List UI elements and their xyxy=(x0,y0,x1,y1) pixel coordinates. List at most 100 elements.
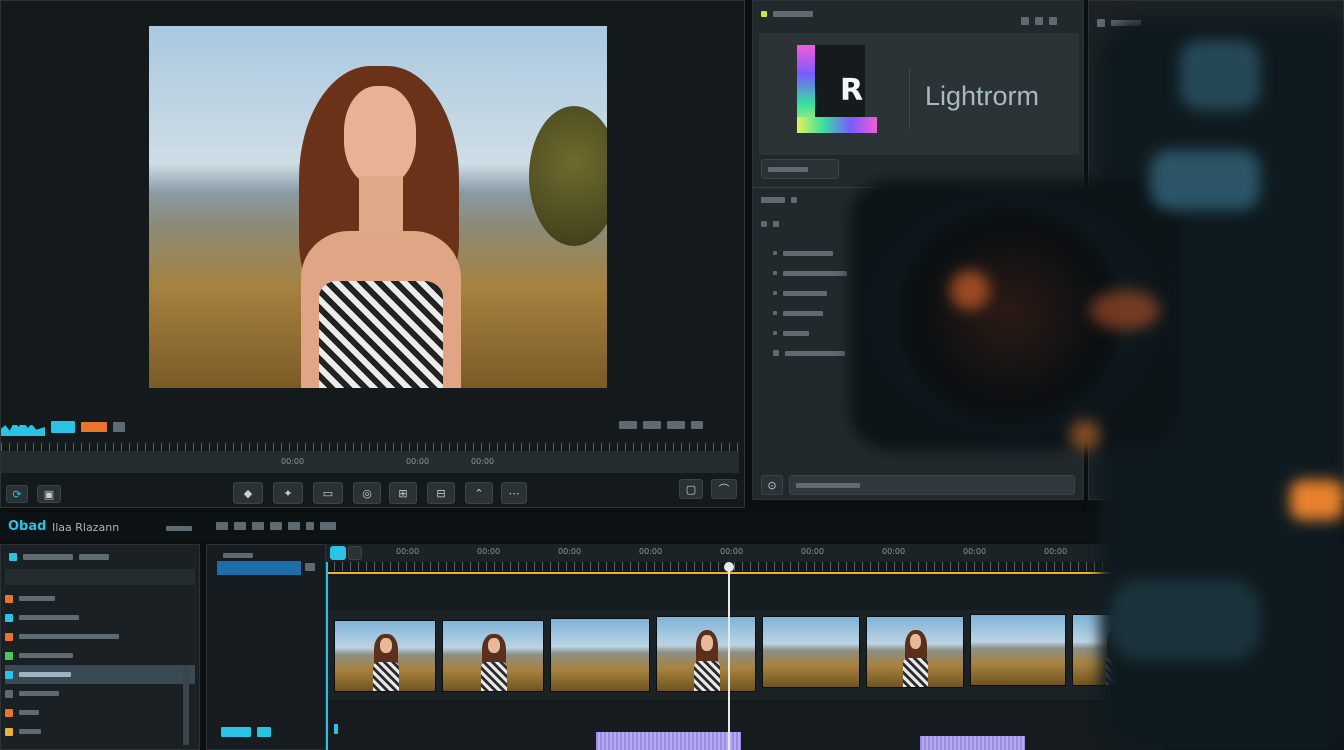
inspector-footer-icon[interactable]: ⊙ xyxy=(761,475,783,495)
project-tabs xyxy=(9,553,109,561)
tab-icon-2[interactable] xyxy=(791,197,797,203)
more-button[interactable]: ⌒ xyxy=(711,479,737,499)
fullscreen-icon[interactable] xyxy=(691,421,703,429)
inspector-list xyxy=(773,243,1073,363)
mark-in-button[interactable]: ◆ xyxy=(233,482,263,504)
popout-icon[interactable] xyxy=(1021,17,1029,25)
tool-trim-icon[interactable] xyxy=(252,522,264,530)
list-item-label-bar xyxy=(783,310,823,316)
inspector-search-input[interactable] xyxy=(789,475,1075,495)
step-forward-button[interactable]: ◎ xyxy=(353,482,381,504)
bin-row[interactable] xyxy=(5,722,195,741)
list-item-label-bar xyxy=(785,350,845,356)
sequence-start-marker xyxy=(326,562,328,750)
bin-row[interactable] xyxy=(5,684,195,703)
list-item[interactable] xyxy=(773,263,1073,283)
list-item[interactable] xyxy=(773,323,1073,343)
bin-label-bar xyxy=(19,634,119,639)
audio-meter-icon[interactable] xyxy=(221,727,251,737)
list-item[interactable] xyxy=(773,343,1073,363)
monitor-icon[interactable] xyxy=(51,421,75,433)
track-lock-icon[interactable] xyxy=(305,563,315,571)
tool-pen-icon[interactable] xyxy=(320,522,336,530)
tool-hand-icon[interactable] xyxy=(288,522,300,530)
project-search[interactable] xyxy=(5,569,195,585)
project-scrollbar[interactable] xyxy=(183,665,189,745)
list-item[interactable] xyxy=(773,303,1073,323)
tool-blade-icon[interactable] xyxy=(234,522,246,530)
bin-row[interactable] xyxy=(5,589,195,608)
video-clip[interactable] xyxy=(866,616,964,688)
back-icon[interactable] xyxy=(761,221,767,227)
view-icon-2[interactable] xyxy=(1136,516,1158,524)
sequence-in-out-line xyxy=(326,572,1156,574)
video-clip[interactable] xyxy=(334,620,436,692)
play-button[interactable]: ▭ xyxy=(313,482,343,504)
bin-label-bar xyxy=(19,710,39,715)
record-icon[interactable] xyxy=(81,422,107,432)
bin-row[interactable] xyxy=(5,646,195,665)
bin-label-bar xyxy=(19,596,55,601)
list-item[interactable] xyxy=(773,243,1073,263)
timeline-subtitle: Ilaa Rlazann xyxy=(52,521,120,534)
lift-button[interactable]: ⋯ xyxy=(501,482,527,504)
grid-icon[interactable] xyxy=(619,421,637,429)
video-clip[interactable] xyxy=(1072,614,1160,686)
tool-zoom-icon[interactable] xyxy=(306,522,314,530)
scope-icon[interactable] xyxy=(1097,19,1105,27)
video-clip[interactable] xyxy=(762,616,860,688)
timeline-tools xyxy=(216,522,336,530)
preview-image xyxy=(149,26,607,388)
video-clip[interactable] xyxy=(970,614,1066,686)
bin-row[interactable] xyxy=(5,627,195,646)
audio-clip[interactable] xyxy=(596,732,741,750)
checkbox-icon xyxy=(773,350,779,356)
tool-select-icon[interactable] xyxy=(216,522,228,530)
catalog-button[interactable] xyxy=(761,159,839,179)
bin-row[interactable] xyxy=(5,703,195,722)
audio-mute-icon[interactable] xyxy=(257,727,271,737)
mark-out-button[interactable]: ⊞ xyxy=(389,482,417,504)
sequence-area[interactable]: 00:00 00:00 00:00 00:00 00:00 00:00 00:00 00:00… xyxy=(326,544,1162,750)
camera-button[interactable]: ▢ xyxy=(679,479,703,499)
forward-icon[interactable] xyxy=(773,221,779,227)
tab-icon[interactable] xyxy=(761,197,785,203)
step-back-button[interactable]: ✦ xyxy=(273,482,303,504)
bin-icon xyxy=(5,727,13,736)
waveform-icon xyxy=(1,419,45,436)
audio-track-a1 xyxy=(326,702,1162,750)
ruler-label: 00:00 xyxy=(801,547,825,556)
bin-row[interactable] xyxy=(5,608,195,627)
list-item[interactable] xyxy=(773,283,1073,303)
bullet-icon xyxy=(773,271,777,275)
loop-button[interactable]: ⟳ xyxy=(6,485,28,503)
sequence-ruler[interactable] xyxy=(326,562,1162,571)
audio-clip[interactable] xyxy=(920,736,1025,750)
safe-area-icon[interactable] xyxy=(643,421,661,429)
video-track-label[interactable] xyxy=(217,561,301,575)
bin-icon xyxy=(5,632,13,641)
list-item-label-bar xyxy=(783,330,809,336)
project-list xyxy=(5,589,195,741)
marker-button[interactable]: ▣ xyxy=(37,485,61,503)
playhead[interactable] xyxy=(728,566,730,750)
export-frame-icon[interactable] xyxy=(667,421,685,429)
scope-label-bar xyxy=(1129,67,1159,72)
project-tab-label-bar xyxy=(23,554,73,560)
insert-button[interactable]: ⊟ xyxy=(427,482,455,504)
video-clip[interactable] xyxy=(550,618,650,692)
tool-slip-icon[interactable] xyxy=(270,522,282,530)
view-icon[interactable] xyxy=(1116,516,1130,524)
project-tab-icon[interactable] xyxy=(9,553,17,561)
playhead-handle[interactable] xyxy=(724,562,734,572)
settings-icon[interactable] xyxy=(113,422,125,432)
overwrite-button[interactable]: ⌃ xyxy=(465,482,493,504)
timeline-options-icon[interactable] xyxy=(166,526,192,531)
video-clip[interactable] xyxy=(656,616,756,692)
audio-keyframe-icon[interactable] xyxy=(334,724,338,734)
video-clip[interactable] xyxy=(442,620,544,692)
preview-scrubber[interactable] xyxy=(1,443,739,451)
close-icon[interactable] xyxy=(1049,17,1057,25)
pin-icon[interactable] xyxy=(1035,17,1043,25)
bin-row-selected[interactable] xyxy=(5,665,195,684)
